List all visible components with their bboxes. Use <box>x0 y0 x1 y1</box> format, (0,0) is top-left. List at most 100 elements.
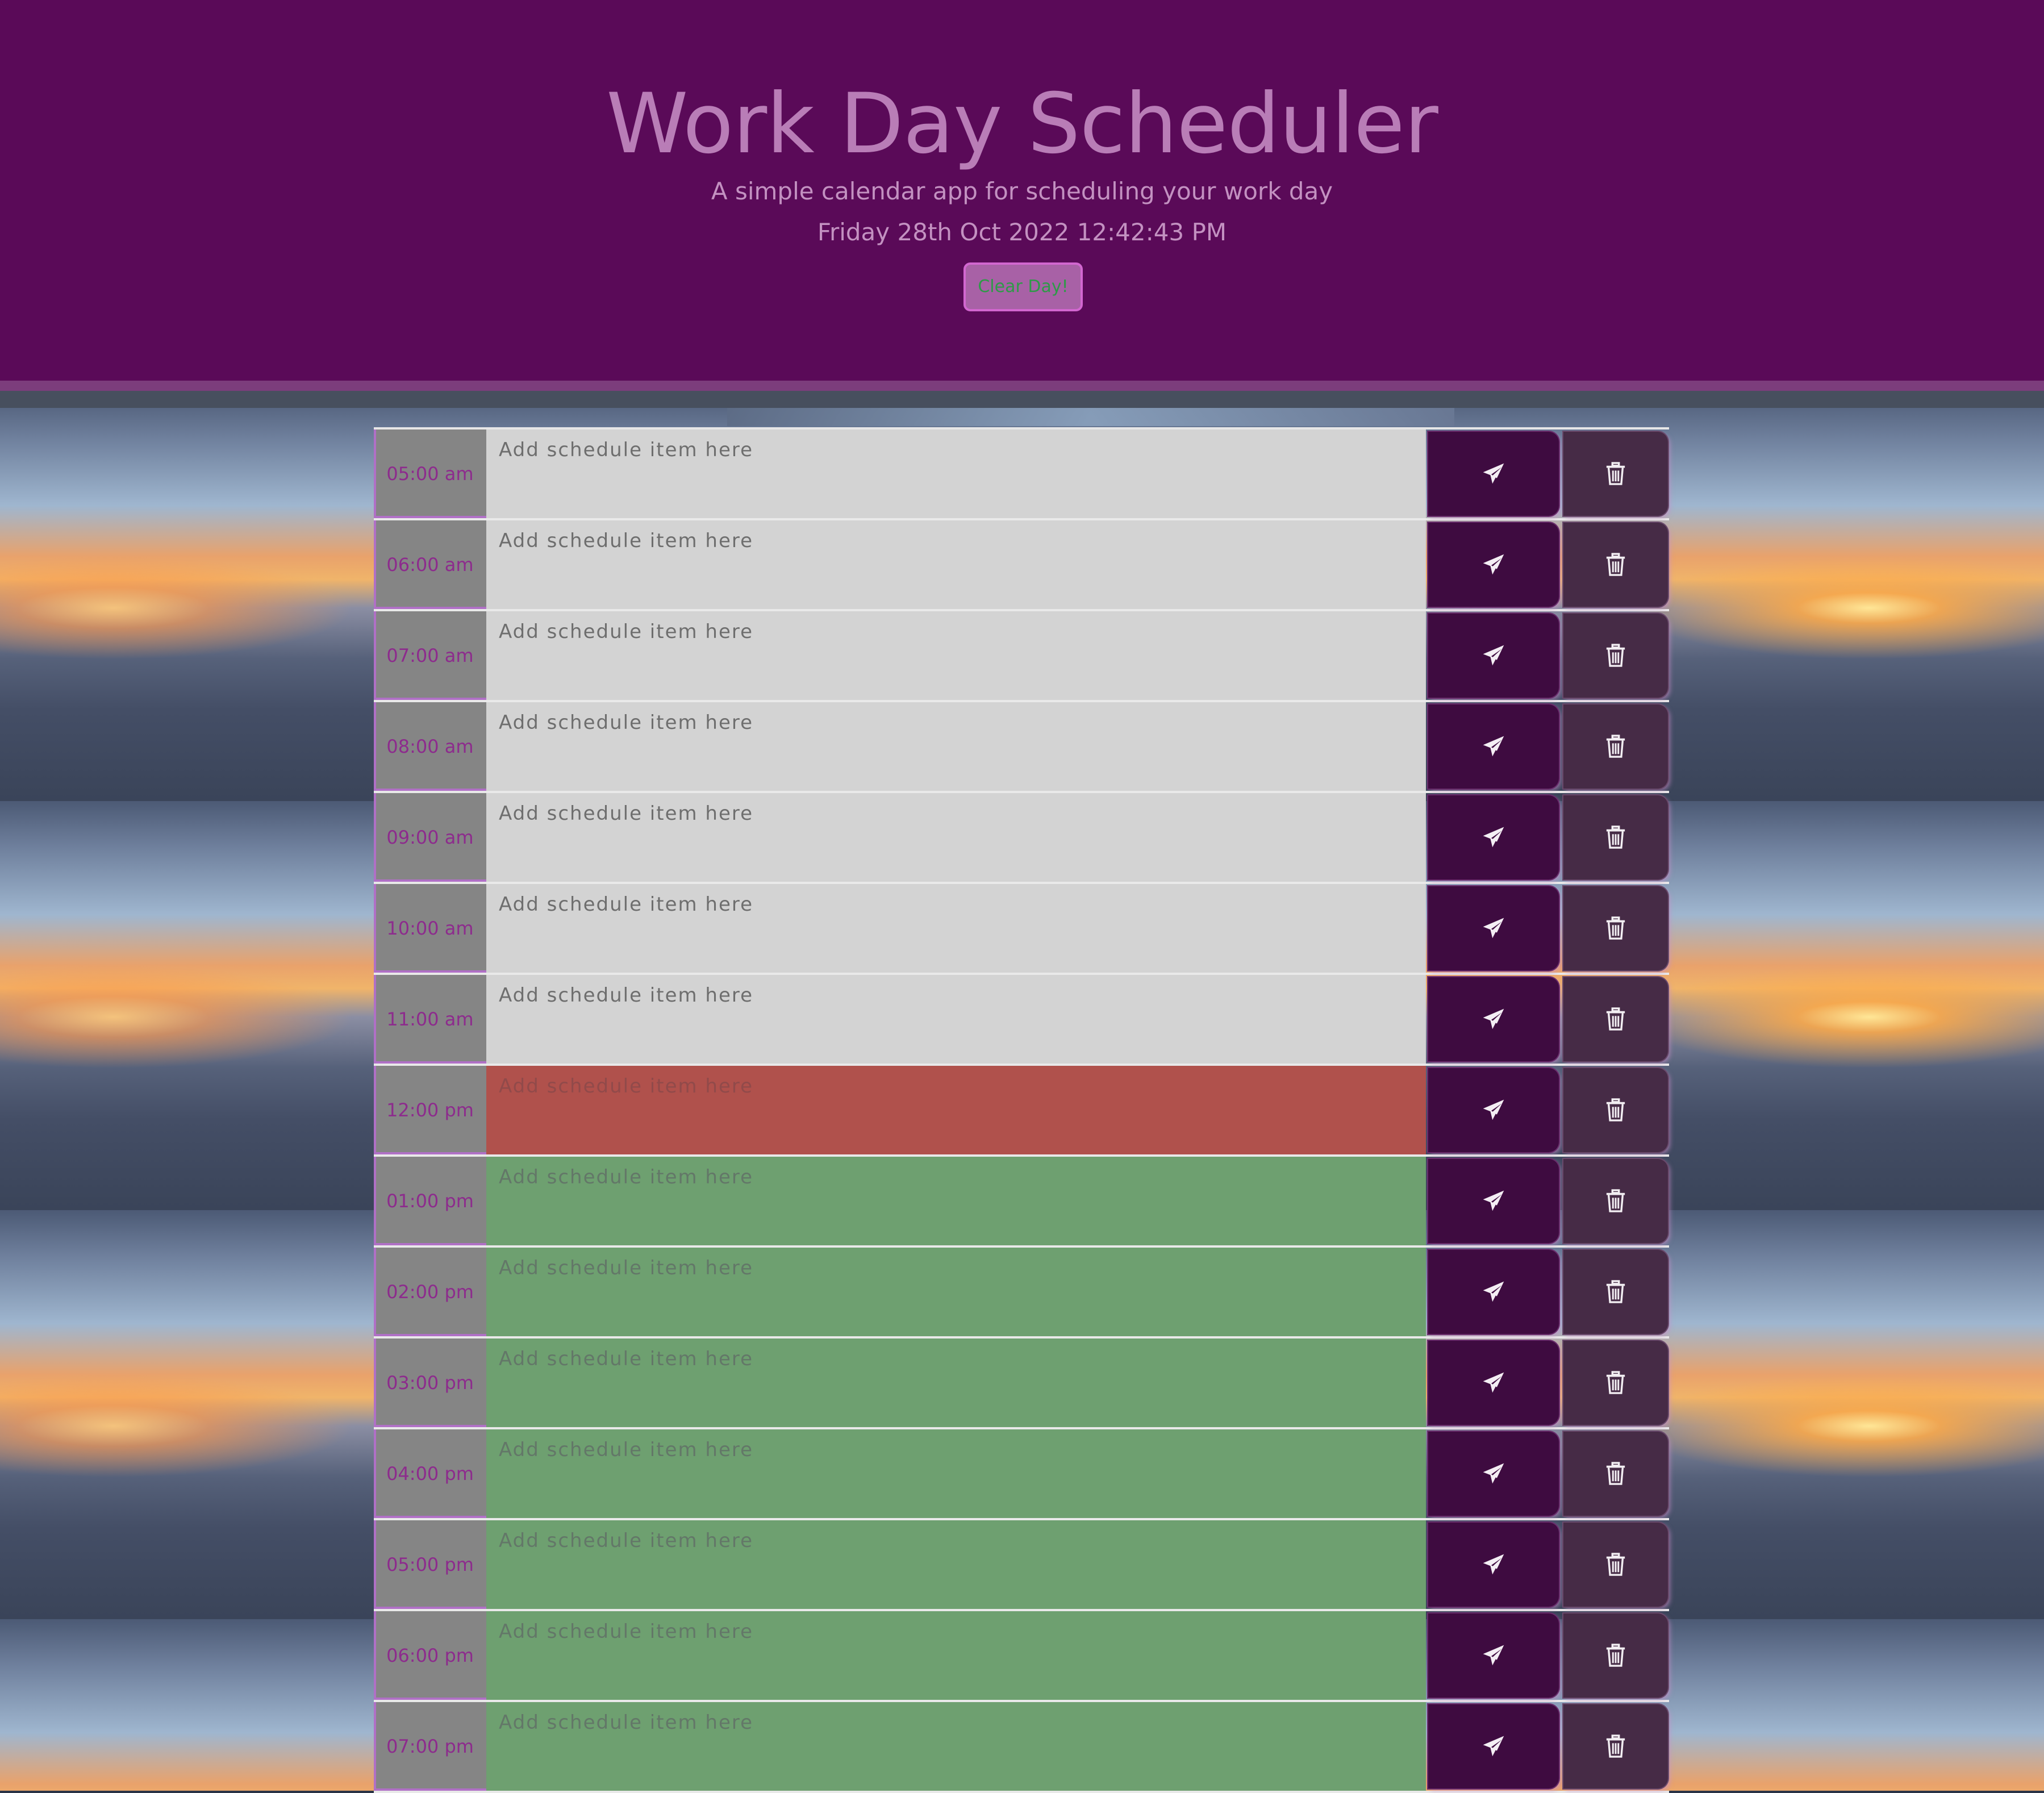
schedule-item-input[interactable] <box>486 1611 1426 1700</box>
time-block-row: 06:00 pm <box>374 1611 1669 1702</box>
time-block-row: 11:00 am <box>374 975 1669 1066</box>
schedule-item-input[interactable] <box>486 884 1426 973</box>
delete-button[interactable] <box>1563 886 1668 970</box>
schedule-item-input[interactable] <box>486 1248 1426 1336</box>
header-divider <box>0 381 2044 391</box>
hour-label: 08:00 am <box>374 702 486 791</box>
trash-icon <box>1606 1644 1625 1667</box>
trash-icon <box>1606 735 1625 758</box>
save-button[interactable] <box>1428 614 1559 698</box>
time-block-row: 07:00 am <box>374 611 1669 702</box>
paper-plane-icon <box>1483 827 1504 848</box>
hour-label: 07:00 pm <box>374 1702 486 1791</box>
clear-day-button[interactable]: Clear Day! <box>963 262 1083 311</box>
trash-icon <box>1606 916 1625 940</box>
trash-icon <box>1606 825 1625 849</box>
trash-icon <box>1606 1280 1625 1303</box>
save-button[interactable] <box>1428 1068 1559 1152</box>
schedule-item-input[interactable] <box>486 793 1426 882</box>
paper-plane-icon <box>1483 1736 1504 1757</box>
delete-button[interactable] <box>1563 795 1668 879</box>
schedule-item-input[interactable] <box>486 975 1426 1064</box>
hour-label: 06:00 pm <box>374 1611 486 1700</box>
delete-button[interactable] <box>1563 704 1668 789</box>
hour-label: 03:00 pm <box>374 1339 486 1427</box>
time-block-row: 02:00 pm <box>374 1248 1669 1339</box>
paper-plane-icon <box>1483 463 1504 484</box>
trash-icon <box>1606 1553 1625 1576</box>
save-button[interactable] <box>1428 795 1559 879</box>
time-block-row: 08:00 am <box>374 702 1669 793</box>
delete-button[interactable] <box>1563 1159 1668 1243</box>
trash-icon <box>1606 644 1625 667</box>
schedule-item-input[interactable] <box>486 520 1426 609</box>
save-button[interactable] <box>1428 1523 1559 1607</box>
schedule-item-input[interactable] <box>486 1702 1426 1791</box>
hour-label: 10:00 am <box>374 884 486 973</box>
delete-button[interactable] <box>1563 523 1668 607</box>
time-block-row: 12:00 pm <box>374 1066 1669 1157</box>
time-block-row: 07:00 pm <box>374 1702 1669 1793</box>
delete-button[interactable] <box>1563 977 1668 1061</box>
trash-icon <box>1606 1371 1625 1394</box>
save-button[interactable] <box>1428 1250 1559 1334</box>
save-button[interactable] <box>1428 1704 1559 1788</box>
save-button[interactable] <box>1428 1341 1559 1425</box>
delete-button[interactable] <box>1563 1250 1668 1334</box>
paper-plane-icon <box>1483 1372 1504 1393</box>
page-subtitle: A simple calendar app for scheduling you… <box>711 177 1333 205</box>
paper-plane-icon <box>1483 1281 1504 1302</box>
trash-icon <box>1606 462 1625 485</box>
schedule-item-input[interactable] <box>486 1157 1426 1245</box>
save-button[interactable] <box>1428 704 1559 789</box>
paper-plane-icon <box>1483 1463 1504 1484</box>
paper-plane-icon <box>1483 554 1504 575</box>
time-block-row: 10:00 am <box>374 884 1669 975</box>
save-button[interactable] <box>1428 977 1559 1061</box>
save-button[interactable] <box>1428 1432 1559 1516</box>
delete-button[interactable] <box>1563 1432 1668 1516</box>
hour-label: 11:00 am <box>374 975 486 1064</box>
delete-button[interactable] <box>1563 614 1668 698</box>
delete-button[interactable] <box>1563 1704 1668 1788</box>
paper-plane-icon <box>1483 1190 1504 1211</box>
header-shadow <box>0 391 2044 408</box>
delete-button[interactable] <box>1563 1068 1668 1152</box>
paper-plane-icon <box>1483 1008 1504 1029</box>
hour-label: 04:00 pm <box>374 1429 486 1518</box>
scheduler-container: 05:00 am 06:00 am <box>374 427 1669 1793</box>
schedule-item-input[interactable] <box>486 611 1426 700</box>
paper-plane-icon <box>1483 1099 1504 1120</box>
trash-icon <box>1606 1462 1625 1485</box>
schedule-item-input[interactable] <box>486 1066 1426 1154</box>
hour-label: 02:00 pm <box>374 1248 486 1336</box>
delete-button[interactable] <box>1563 432 1668 516</box>
time-block-row: 03:00 pm <box>374 1339 1669 1429</box>
paper-plane-icon <box>1483 918 1504 939</box>
schedule-item-input[interactable] <box>486 1339 1426 1427</box>
delete-button[interactable] <box>1563 1523 1668 1607</box>
trash-icon <box>1606 1007 1625 1031</box>
schedule-item-input[interactable] <box>486 430 1426 518</box>
trash-icon <box>1606 553 1625 576</box>
page-title: Work Day Scheduler <box>606 76 1438 172</box>
paper-plane-icon <box>1483 1645 1504 1666</box>
save-button[interactable] <box>1428 1159 1559 1243</box>
hour-label: 12:00 pm <box>374 1066 486 1154</box>
schedule-item-input[interactable] <box>486 702 1426 791</box>
delete-button[interactable] <box>1563 1341 1668 1425</box>
delete-button[interactable] <box>1563 1613 1668 1698</box>
trash-icon <box>1606 1098 1625 1121</box>
schedule-item-input[interactable] <box>486 1429 1426 1518</box>
paper-plane-icon <box>1483 736 1504 757</box>
paper-plane-icon <box>1483 1554 1504 1575</box>
save-button[interactable] <box>1428 886 1559 970</box>
schedule-item-input[interactable] <box>486 1520 1426 1609</box>
save-button[interactable] <box>1428 1613 1559 1698</box>
save-button[interactable] <box>1428 432 1559 516</box>
trash-icon <box>1606 1734 1625 1758</box>
hour-label: 07:00 am <box>374 611 486 700</box>
hour-label: 06:00 am <box>374 520 486 609</box>
save-button[interactable] <box>1428 523 1559 607</box>
trash-icon <box>1606 1189 1625 1212</box>
